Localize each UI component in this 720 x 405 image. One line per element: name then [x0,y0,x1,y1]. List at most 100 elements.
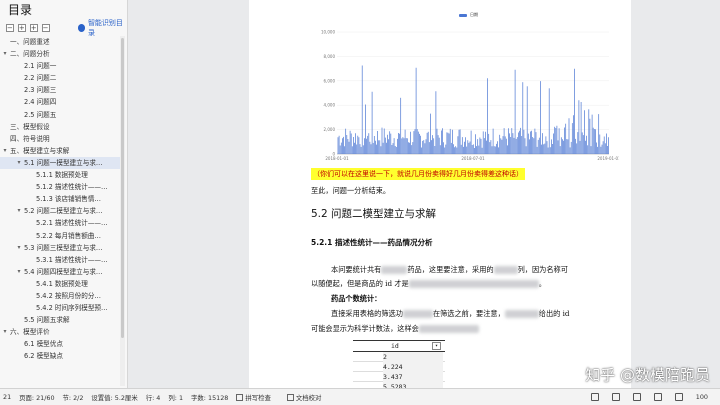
chevron-down-icon[interactable]: ▾ [2,48,8,60]
toc-item[interactable]: 2.4 问题四 [0,96,120,108]
doc-check-icon [286,393,294,401]
add-heading-icon[interactable]: + [29,24,38,32]
toc-item[interactable]: 5.1.2 描述性统计——… [0,181,120,193]
table-header-id: id [391,342,399,350]
toc-item[interactable]: ▾ 5.1 问题一模型建立与求… [0,156,120,170]
toc-scroll-thumb[interactable] [121,38,124,338]
expand-all-icon[interactable]: + [17,24,26,32]
spell-check-button[interactable]: 拼写检查 [236,393,279,402]
doc-check-button[interactable]: 文档校对 [286,393,330,402]
smart-toc-button[interactable]: 智能识别目录 [77,18,128,38]
toc-item[interactable]: 5.4.1 数据预处理 [0,278,120,290]
x-tick-label: 2019-01-01 [597,156,619,161]
toc-item[interactable]: 2.5 问题五 [0,109,120,121]
status-words[interactable]: 字数: 15128 [191,393,228,402]
legend-swatch [459,13,467,17]
toc-title: 目录 [8,3,33,17]
paragraph-2: 以随便起，但是商品的 id 才是 。 [311,279,546,289]
redacted-block [408,280,539,288]
toc-item-label: 2.4 问题四 [24,98,57,107]
toc-item[interactable]: 5.1.1 数据预处理 [0,169,120,181]
filter-dropdown-icon[interactable]: ▾ [432,342,441,350]
toc-item[interactable]: 5.4.2 按照月份的分… [0,290,120,302]
toc-item[interactable]: 2.2 问题二 [0,72,120,84]
conclusion-text: 至此，问题一分析结束。 [311,186,391,195]
toc-item-label: 6.2 模型缺点 [24,352,63,361]
toc-item[interactable]: 5.1.3 该店铺销售情… [0,193,120,205]
remove-heading-icon[interactable]: − [41,24,50,32]
toc-item[interactable]: ▾ 5.2 问题二模型建立与求… [0,205,120,217]
x-tick-label: 2018-01-01 [325,156,349,161]
eye-icon[interactable] [590,393,599,401]
view-controls: 100 [590,393,716,401]
status-setting: 设置值: 5.2厘米 [91,393,138,402]
toc-pane: 目录 − + + − 智能识别目录 一、问题重述 ▾ 二、问题分析 2.1 问题一 2.… [0,0,128,388]
para1-c: 列，因为名称可 [517,265,568,274]
chart-svg: 10,0008,0006,0004,0002,00002018-01-01 201… [321,30,621,162]
toc-item-label: 一、问题重述 [10,38,50,46]
status-section: 节: 2/2 [62,393,84,402]
chevron-down-icon[interactable]: ▾ [16,242,22,254]
para4-a: 可能会显示为科学计数法，这样会 [311,324,419,333]
toc-item[interactable]: ▾ 五、模型建立与求解 [0,145,120,157]
toc-item-label: 5.1 问题一模型建立与求… [24,158,103,167]
toc-item[interactable]: 四、符号说明 [0,133,120,145]
zoom-level[interactable]: 100 [696,393,708,401]
redacted-block [381,266,408,274]
toc-item-label: 5.1.1 数据预处理 [36,171,88,180]
toc-item[interactable]: 5.2.2 每月销售额曲… [0,230,120,242]
status-bar: 21 页面: 21/60 节: 2/2 设置值: 5.2厘米 行: 4 列: 1… [0,388,720,405]
page-view-icon[interactable] [611,393,620,401]
table-header: id ▾ [353,340,445,352]
toc-item-label: 二、问题分析 [10,50,50,59]
toc-list: 一、问题重述 ▾ 二、问题分析 2.1 问题一 2.2 问题二 2.3 问题三 2.4 问题… [0,36,120,363]
toc-item-label: 5.3.1 描述性统计——… [36,255,108,264]
toc-item-label: 四、符号说明 [10,134,50,143]
chevron-down-icon[interactable]: ▾ [2,326,8,338]
toc-item[interactable]: 5.4.2 时间序列模型预… [0,302,120,314]
toc-item-label: 5.4.1 数据预处理 [36,279,88,288]
web-view-icon[interactable] [653,393,662,401]
smart-toc-label: 智能识别目录 [87,19,123,37]
toc-toolbar: − + + − 智能识别目录 [6,18,127,38]
chevron-down-icon[interactable]: ▾ [16,205,22,217]
read-view-icon[interactable] [674,393,683,401]
toc-item[interactable]: 6.1 模型优点 [0,338,120,350]
toc-item[interactable]: 2.3 问题三 [0,84,120,96]
chevron-down-icon[interactable]: ▾ [16,157,22,169]
chevron-down-icon[interactable]: ▾ [2,145,8,157]
toc-item[interactable]: 5.5 问题五求解 [0,314,120,326]
toc-scrollbar[interactable] [120,36,125,386]
toc-item[interactable]: ▾ 六、模型评价 [0,326,120,338]
status-col: 列: 1 [168,393,184,402]
toc-item[interactable]: 5.2.1 描述性统计——… [0,217,120,229]
toc-item-label: 5.3 问题三模型建立与求… [24,243,103,252]
outline-view-icon[interactable] [632,393,641,401]
collapse-all-icon[interactable]: − [6,24,14,32]
toc-item[interactable]: 三、模型假设 [0,121,120,133]
y-tick-label: 4,000 [324,103,336,108]
toc-item[interactable]: 5.3.1 描述性统计——… [0,254,120,266]
table-row: 4.224 [353,362,445,372]
toc-item[interactable]: ▾ 二、问题分析 [0,48,120,60]
chevron-down-icon[interactable]: ▾ [16,266,22,278]
status-page-total[interactable]: 页面: 21/60 [19,393,54,402]
document-page[interactable]: 日期 10,000 8,000 6,000 4,000 2,000 0 2018-01-01… [249,0,631,392]
toc-item-label: 6.1 模型优点 [24,340,63,349]
toc-item[interactable]: ▾ 5.4 问题四模型建立与求… [0,266,120,278]
toc-item-label: 五、模型建立与求解 [10,146,70,155]
para3-a: 直接采用表格的筛选功 [331,309,403,318]
toc-item[interactable]: ▾ 5.3 问题三模型建立与求… [0,242,120,254]
para3-c: 给出的 id [538,309,570,318]
toc-item-label: 2.3 问题三 [24,86,57,95]
table-row: 3.437 [353,372,445,382]
redacted-block [418,325,479,333]
spell-check-label: 拼写检查 [245,393,271,402]
redacted-block [493,266,518,274]
toc-item[interactable]: 一、问题重述 [0,36,120,48]
toc-item[interactable]: 2.1 问题一 [0,60,120,72]
para2-b: 。 [538,279,546,288]
section-heading: 5.2 问题二模型建立与求解 [311,208,437,220]
toc-item[interactable]: 6.2 模型缺点 [0,350,120,362]
toc-item-label: 5.4.2 时间序列模型预… [36,304,108,313]
